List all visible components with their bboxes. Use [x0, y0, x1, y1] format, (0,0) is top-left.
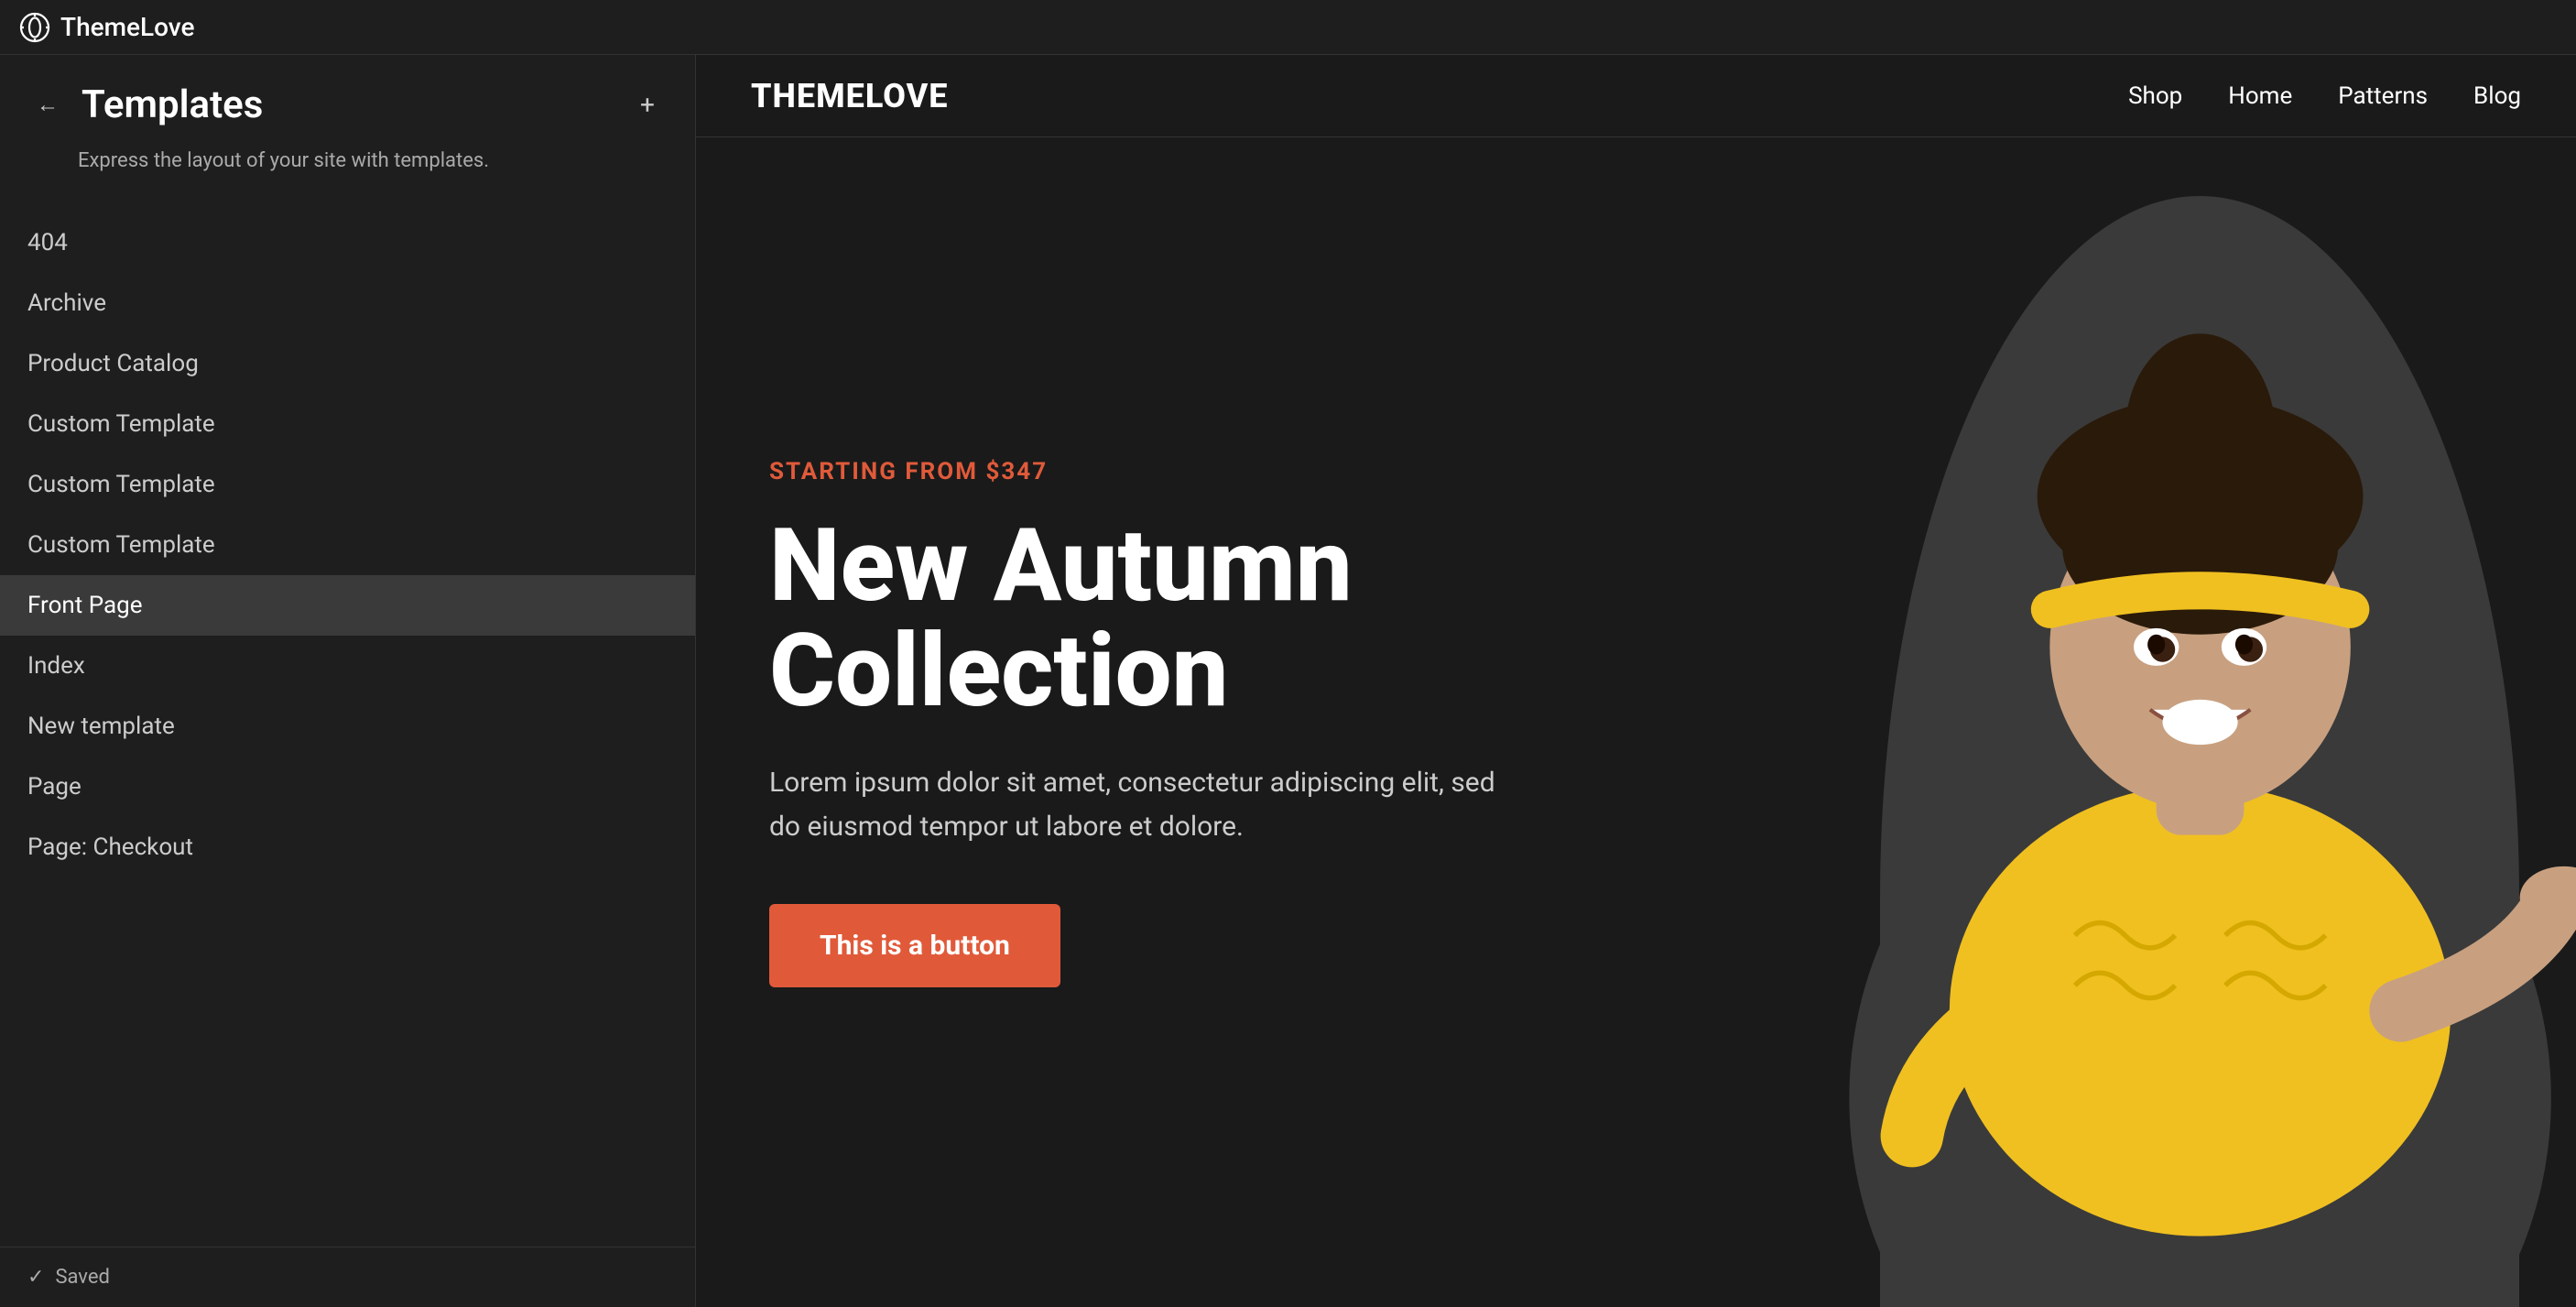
saved-status: Saved — [55, 1266, 109, 1289]
main-layout: ← Templates + Express the layout of your… — [0, 55, 2576, 1307]
wordpress-icon — [18, 11, 51, 44]
sidebar-item-custom-template-3[interactable]: Custom Template — [0, 515, 695, 575]
sidebar-item-custom-template-2[interactable]: Custom Template — [0, 454, 695, 515]
nav-link-home[interactable]: Home — [2228, 82, 2292, 110]
back-icon: ← — [37, 92, 59, 118]
sidebar-item-new-template[interactable]: New template — [0, 696, 695, 757]
wp-logo: ThemeLove — [18, 11, 195, 44]
saved-check-icon: ✓ — [27, 1266, 44, 1289]
hero-description: Lorem ipsum dolor sit amet, consectetur … — [769, 761, 1502, 849]
sidebar-item-archive[interactable]: Archive — [0, 273, 695, 333]
nav-link-shop[interactable]: Shop — [2128, 82, 2182, 110]
nav-link-patterns[interactable]: Patterns — [2338, 82, 2428, 110]
hero-title: New Autumn Collection — [769, 513, 1751, 724]
sidebar-list: 404ArchiveProduct CatalogCustom Template… — [0, 203, 695, 1247]
preview-logo: THEMELOVE — [751, 77, 949, 115]
sidebar-item-index[interactable]: Index — [0, 636, 695, 696]
back-button[interactable]: ← — [27, 85, 68, 125]
sidebar-item-front-page[interactable]: Front Page — [0, 575, 695, 636]
sidebar: ← Templates + Express the layout of your… — [0, 55, 696, 1307]
sidebar-item-custom-template-1[interactable]: Custom Template — [0, 394, 695, 454]
plus-icon: + — [640, 90, 655, 120]
hero-image — [1824, 137, 2576, 1307]
sidebar-footer: ✓ Saved — [0, 1247, 695, 1307]
sidebar-title: Templates — [82, 82, 614, 127]
hero-content: STARTING FROM $347 New Autumn Collection… — [696, 137, 1824, 1307]
site-name: ThemeLove — [60, 12, 195, 42]
preview-nav-links: Shop Home Patterns Blog — [2128, 82, 2521, 110]
sidebar-item-404[interactable]: 404 — [0, 212, 695, 273]
content-area: THEMELOVE Shop Home Patterns Blog STARTING … — [696, 55, 2576, 1307]
person-illustration — [1824, 137, 2576, 1307]
hero-cta-button[interactable]: This is a button — [769, 904, 1060, 987]
sidebar-item-page-checkout[interactable]: Page: Checkout — [0, 817, 695, 877]
add-template-button[interactable]: + — [627, 85, 668, 125]
sidebar-item-product-catalog[interactable]: Product Catalog — [0, 333, 695, 394]
sidebar-description: Express the layout of your site with tem… — [0, 146, 695, 203]
preview-nav: THEMELOVE Shop Home Patterns Blog — [696, 55, 2576, 137]
sidebar-header: ← Templates + — [0, 55, 695, 146]
hero-section: STARTING FROM $347 New Autumn Collection… — [696, 137, 2576, 1307]
hero-tag: STARTING FROM $347 — [769, 458, 1751, 485]
nav-link-blog[interactable]: Blog — [2473, 82, 2521, 110]
sidebar-item-page[interactable]: Page — [0, 757, 695, 817]
top-bar: ThemeLove — [0, 0, 2576, 55]
